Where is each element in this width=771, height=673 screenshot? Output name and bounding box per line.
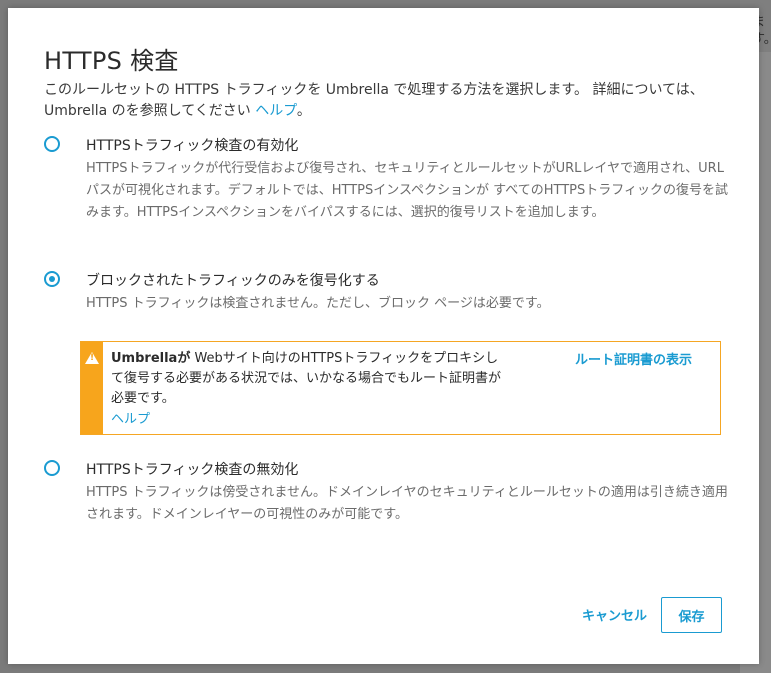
cancel-button[interactable]: キャンセル <box>582 605 647 624</box>
option-label[interactable]: HTTPSトラフィック検査の有効化 <box>86 135 298 155</box>
alert-help-link[interactable]: ヘルプ <box>111 408 150 427</box>
warning-icon <box>85 352 99 364</box>
alert-bold-text: Umbrellaが <box>111 351 191 366</box>
dialog-description: このルールセットの HTTPS トラフィックを Umbrella で処理する方法… <box>44 80 724 122</box>
dialog-title: HTTPS 検査 <box>44 47 179 75</box>
description-end: 。 <box>296 103 311 119</box>
option-description: HTTPS トラフィックは検査されません。ただし、ブロック ページは必要です。 <box>86 296 550 311</box>
save-button[interactable]: 保存 <box>661 597 722 633</box>
option-description: HTTPSトラフィックが代行受信および復号され、セキュリティとルールセットがUR… <box>86 161 729 220</box>
option-description: HTTPS トラフィックは傍受されません。ドメインレイヤのセキュリティとルールセ… <box>86 485 728 522</box>
radio-disable-inspection[interactable] <box>44 460 60 476</box>
alert-bar <box>81 342 103 434</box>
option-label[interactable]: ブロックされたトラフィックのみを復号化する <box>86 270 380 290</box>
radio-enable-inspection[interactable] <box>44 136 60 152</box>
root-certificate-alert: Umbrellaが Webサイト向けのHTTPSトラフィックをプロキシして復号す… <box>80 341 721 435</box>
description-text: このルールセットの HTTPS トラフィックを Umbrella で処理する方法… <box>44 82 704 119</box>
view-root-certificate-link[interactable]: ルート証明書の表示 <box>575 349 692 368</box>
description-help-link[interactable]: ヘルプ <box>255 103 297 119</box>
https-inspection-dialog: HTTPS 検査 このルールセットの HTTPS トラフィックを Umbrell… <box>8 8 759 664</box>
alert-message: Umbrellaが Webサイト向けのHTTPSトラフィックをプロキシして復号す… <box>111 349 506 409</box>
radio-decrypt-blocked-only[interactable] <box>44 271 60 287</box>
option-label[interactable]: HTTPSトラフィック検査の無効化 <box>86 459 298 479</box>
